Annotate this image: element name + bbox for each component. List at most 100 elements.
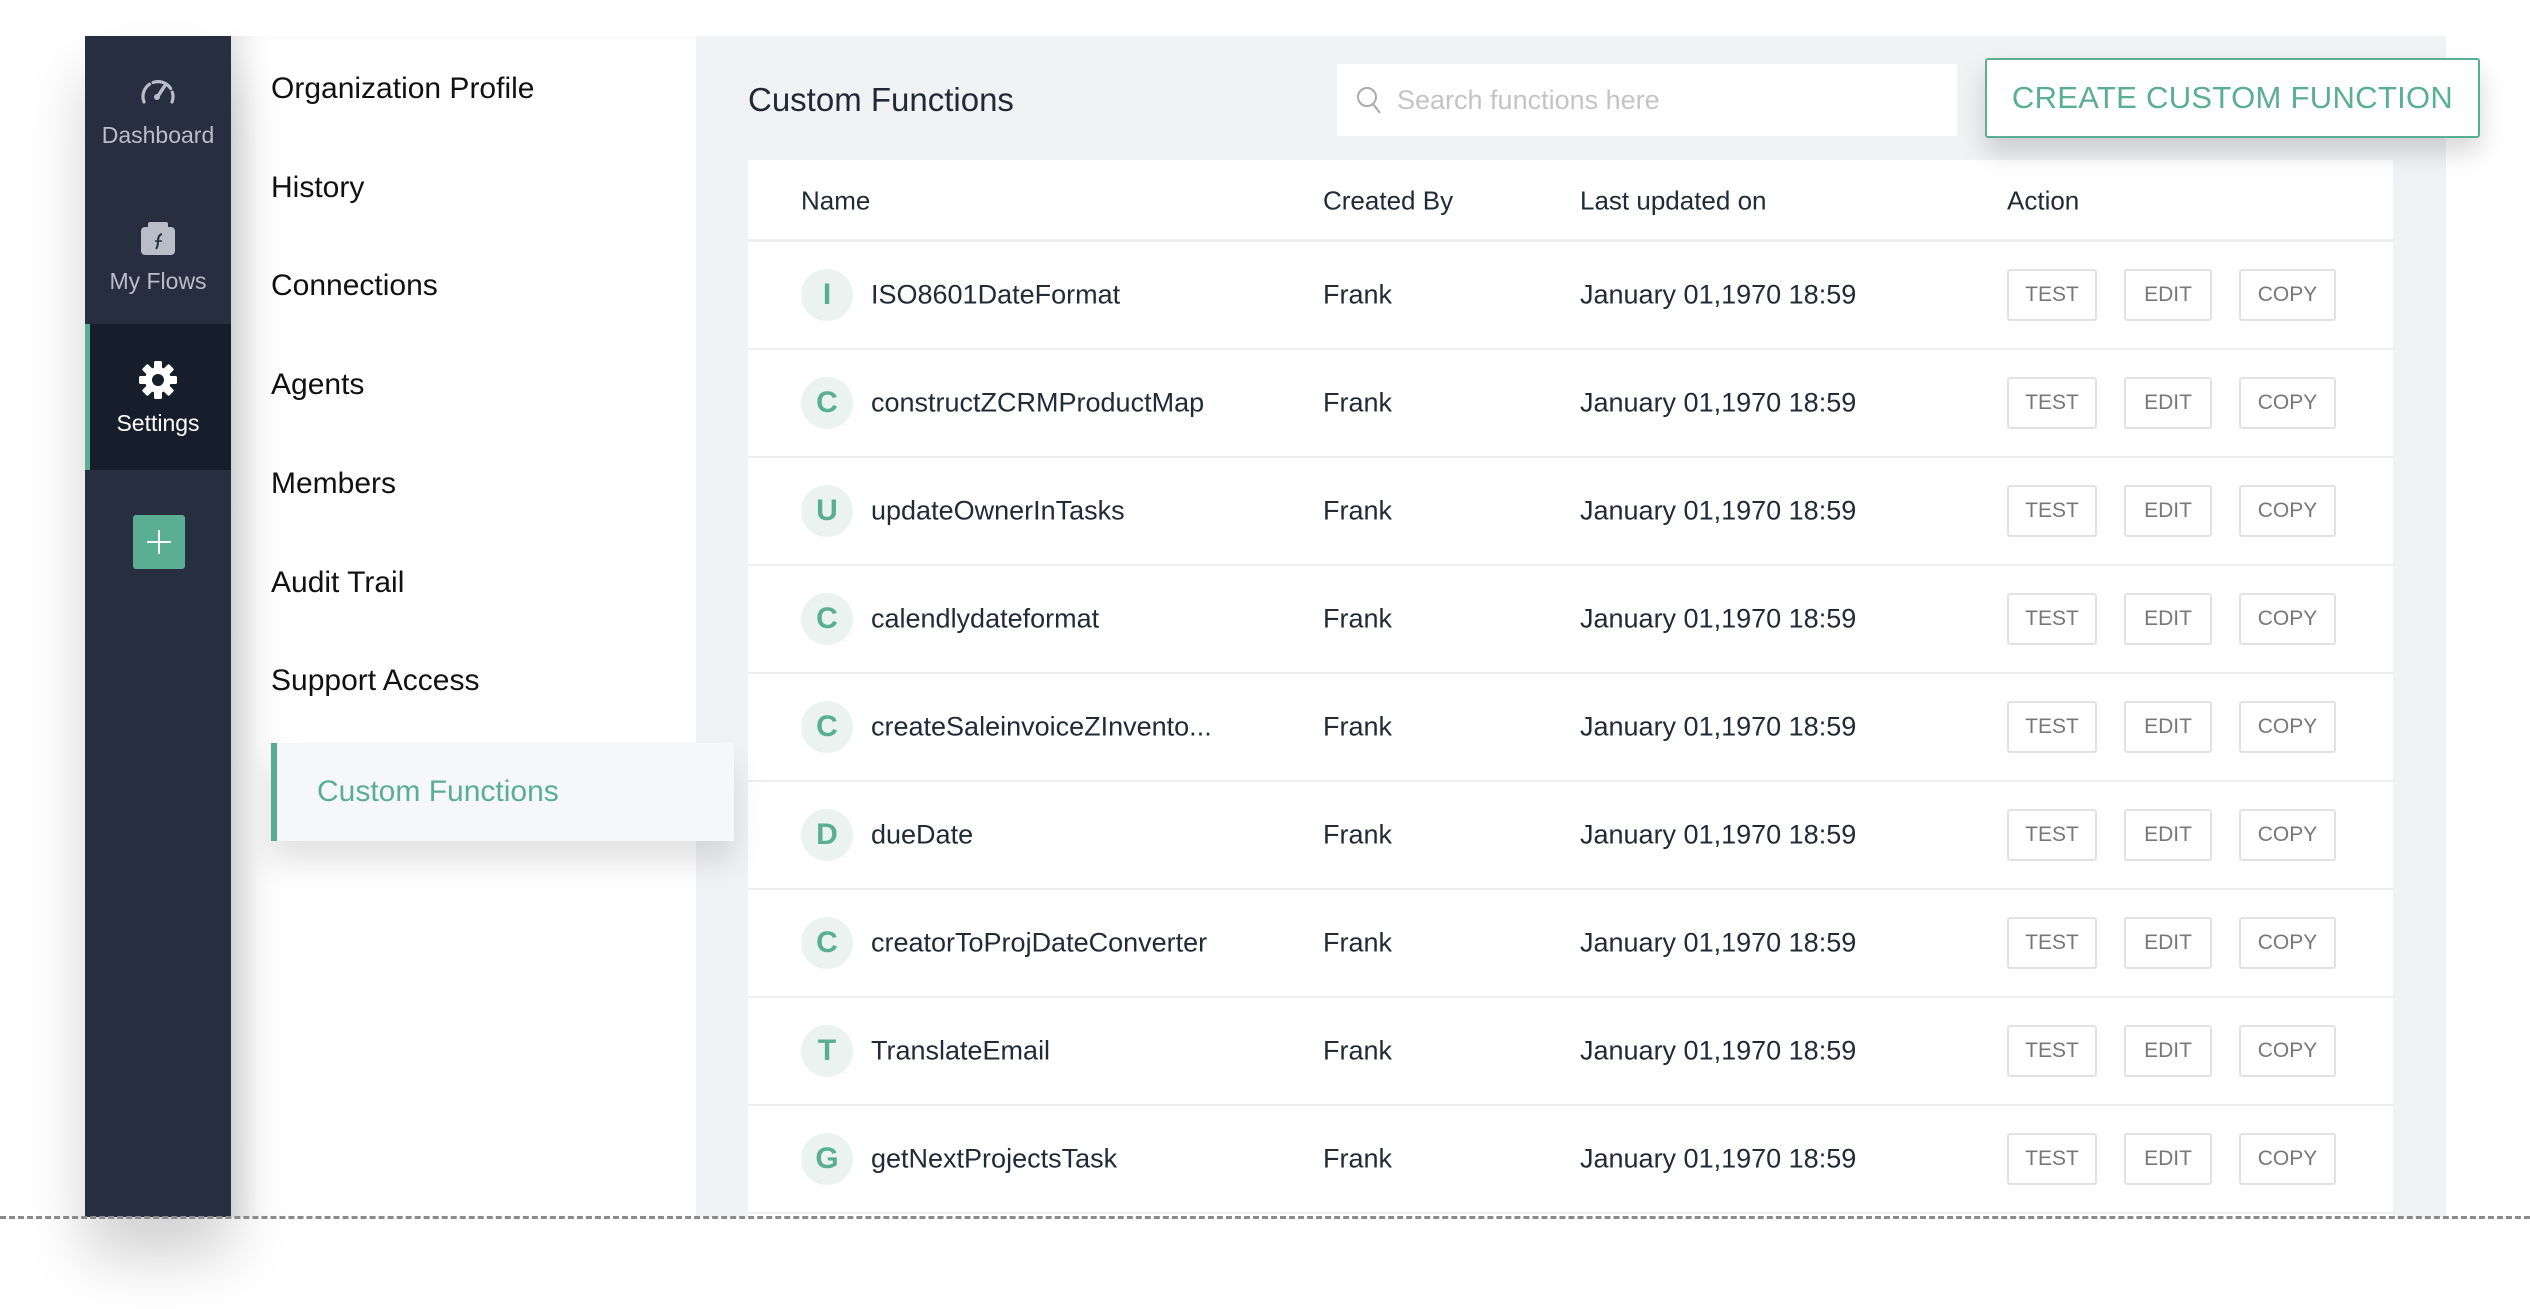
edit-button[interactable]: EDIT — [2124, 809, 2212, 861]
menu-item-members[interactable]: Members — [271, 454, 396, 514]
edit-button[interactable]: EDIT — [2124, 377, 2212, 429]
table-header: Name Created By Last updated on Action — [748, 160, 2393, 242]
edit-button[interactable]: EDIT — [2124, 1025, 2212, 1077]
last-updated: January 01,1970 18:59 — [1580, 927, 1857, 958]
test-button[interactable]: TEST — [2007, 1025, 2097, 1077]
function-name[interactable]: updateOwnerInTasks — [871, 496, 1125, 527]
test-button[interactable]: TEST — [2007, 377, 2097, 429]
test-button[interactable]: TEST — [2007, 701, 2097, 753]
row-actions: TEST EDIT COPY — [2007, 593, 2336, 645]
menu-item-audit-trail[interactable]: Audit Trail — [271, 553, 404, 613]
test-button[interactable]: TEST — [2007, 593, 2097, 645]
test-button[interactable]: TEST — [2007, 809, 2097, 861]
function-name[interactable]: createSaleinvoiceZInvento... — [871, 712, 1212, 743]
copy-button[interactable]: COPY — [2239, 485, 2336, 537]
created-by: Frank — [1323, 495, 1393, 526]
search-icon — [1357, 87, 1381, 114]
copy-button[interactable]: COPY — [2239, 809, 2336, 861]
edit-button[interactable]: EDIT — [2124, 701, 2212, 753]
table-row[interactable]: D dueDate Frank January 01,1970 18:59 TE… — [748, 782, 2393, 890]
app-rail: Dashboard My Flows Settings — [85, 36, 231, 1217]
row-actions: TEST EDIT COPY — [2007, 1025, 2336, 1077]
table-row[interactable]: C createSaleinvoiceZInvento... Frank Jan… — [748, 674, 2393, 782]
copy-button[interactable]: COPY — [2239, 593, 2336, 645]
created-by: Frank — [1323, 819, 1393, 850]
table-row[interactable]: C calendlydateformat Frank January 01,19… — [748, 566, 2393, 674]
function-initial-avatar: G — [801, 1133, 853, 1185]
last-updated: January 01,1970 18:59 — [1580, 603, 1857, 634]
edit-button[interactable]: EDIT — [2124, 593, 2212, 645]
created-by: Frank — [1323, 279, 1393, 310]
test-button[interactable]: TEST — [2007, 917, 2097, 969]
rail-item-settings[interactable]: Settings — [85, 324, 231, 470]
row-actions: TEST EDIT COPY — [2007, 377, 2336, 429]
copy-button[interactable]: COPY — [2239, 917, 2336, 969]
last-updated: January 01,1970 18:59 — [1580, 387, 1857, 418]
column-header-created-by[interactable]: Created By — [1323, 186, 1453, 217]
rail-item-dashboard[interactable]: Dashboard — [85, 36, 231, 182]
last-updated: January 01,1970 18:59 — [1580, 819, 1857, 850]
create-custom-function-button[interactable]: CREATE CUSTOM FUNCTION — [1985, 58, 2480, 138]
column-header-name[interactable]: Name — [801, 186, 870, 217]
function-initial-avatar: T — [801, 1025, 853, 1077]
menu-item-agents[interactable]: Agents — [271, 355, 364, 415]
row-actions: TEST EDIT COPY — [2007, 917, 2336, 969]
test-button[interactable]: TEST — [2007, 485, 2097, 537]
row-actions: TEST EDIT COPY — [2007, 269, 2336, 321]
last-updated: January 01,1970 18:59 — [1580, 1035, 1857, 1066]
test-button[interactable]: TEST — [2007, 269, 2097, 321]
function-name[interactable]: constructZCRMProductMap — [871, 388, 1204, 419]
table-row[interactable]: C creatorToProjDateConverter Frank Janua… — [748, 890, 2393, 998]
search-box[interactable] — [1337, 64, 1957, 136]
row-actions: TEST EDIT COPY — [2007, 809, 2336, 861]
menu-item-connections[interactable]: Connections — [271, 256, 438, 316]
created-by: Frank — [1323, 1035, 1393, 1066]
functions-table: Name Created By Last updated on Action I… — [748, 160, 2393, 1220]
function-name[interactable]: getNextProjectsTask — [871, 1144, 1117, 1175]
test-button[interactable]: TEST — [2007, 1133, 2097, 1185]
search-input[interactable] — [1397, 84, 1917, 116]
created-by: Frank — [1323, 927, 1393, 958]
created-by: Frank — [1323, 1143, 1393, 1174]
function-name[interactable]: dueDate — [871, 820, 973, 851]
rail-item-my-flows[interactable]: My Flows — [85, 182, 231, 328]
function-name[interactable]: ISO8601DateFormat — [871, 280, 1120, 311]
gear-icon — [139, 360, 177, 399]
table-row[interactable]: G getNextProjectsTask Frank January 01,1… — [748, 1106, 2393, 1214]
created-by: Frank — [1323, 603, 1393, 634]
copy-button[interactable]: COPY — [2239, 1025, 2336, 1077]
created-by: Frank — [1323, 387, 1393, 418]
table-row[interactable]: C constructZCRMProductMap Frank January … — [748, 350, 2393, 458]
rail-label-my-flows: My Flows — [109, 267, 207, 294]
table-row[interactable]: U updateOwnerInTasks Frank January 01,19… — [748, 458, 2393, 566]
menu-item-support-access[interactable]: Support Access — [271, 651, 479, 711]
table-row[interactable]: T TranslateEmail Frank January 01,1970 1… — [748, 998, 2393, 1106]
function-initial-avatar: D — [801, 809, 853, 861]
briefcase-function-icon — [141, 221, 175, 255]
function-initial-avatar: U — [801, 485, 853, 537]
function-initial-avatar: C — [801, 377, 853, 429]
function-name[interactable]: TranslateEmail — [871, 1036, 1050, 1067]
main-content: Custom Functions CREATE CUSTOM FUNCTION … — [696, 36, 2480, 1220]
copy-button[interactable]: COPY — [2239, 377, 2336, 429]
table-body: I ISO8601DateFormat Frank January 01,197… — [748, 242, 2393, 1214]
add-button[interactable] — [133, 515, 185, 569]
copy-button[interactable]: COPY — [2239, 1133, 2336, 1185]
edit-button[interactable]: EDIT — [2124, 485, 2212, 537]
edit-button[interactable]: EDIT — [2124, 269, 2212, 321]
edit-button[interactable]: EDIT — [2124, 1133, 2212, 1185]
row-actions: TEST EDIT COPY — [2007, 485, 2336, 537]
settings-menu: Organization Profile History Connections… — [231, 36, 734, 1217]
menu-item-custom-functions[interactable]: Custom Functions — [271, 743, 734, 841]
menu-item-organization-profile[interactable]: Organization Profile — [271, 59, 534, 119]
row-actions: TEST EDIT COPY — [2007, 701, 2336, 753]
copy-button[interactable]: COPY — [2239, 701, 2336, 753]
function-name[interactable]: calendlydateformat — [871, 604, 1099, 635]
menu-item-history[interactable]: History — [271, 158, 364, 218]
last-updated: January 01,1970 18:59 — [1580, 279, 1857, 310]
function-name[interactable]: creatorToProjDateConverter — [871, 928, 1207, 959]
table-row[interactable]: I ISO8601DateFormat Frank January 01,197… — [748, 242, 2393, 350]
copy-button[interactable]: COPY — [2239, 269, 2336, 321]
edit-button[interactable]: EDIT — [2124, 917, 2212, 969]
function-initial-avatar: C — [801, 917, 853, 969]
